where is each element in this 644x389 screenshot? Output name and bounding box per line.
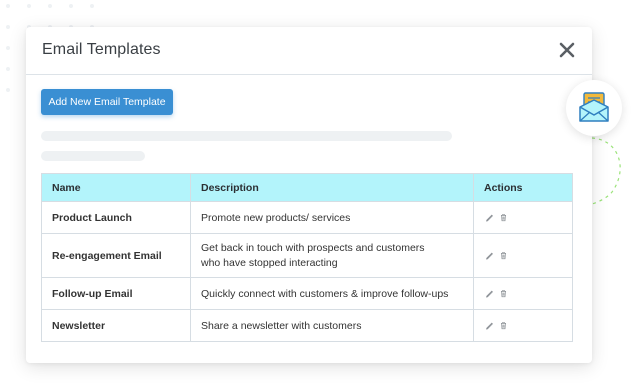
table-row[interactable]: Re-engagement Email Get back in touch wi… [41,233,573,278]
envelope-icon [579,92,609,122]
close-button[interactable] [556,39,578,61]
template-description: Promote new products/ services [190,201,474,234]
scene: Email Templates Add New Email Template N… [0,0,644,389]
trash-icon[interactable] [499,321,508,330]
mail-badge [566,80,622,136]
trash-icon[interactable] [499,213,508,222]
row-actions [473,277,573,310]
description-line: Get back in touch with prospects and cus… [201,241,425,254]
template-description: Quickly connect with customers & improve… [190,277,474,310]
close-icon [559,42,575,58]
description-line: who have stopped interacting [201,256,338,269]
pencil-icon[interactable] [485,289,494,298]
pencil-icon[interactable] [485,321,494,330]
template-name: Newsletter [41,309,191,342]
pencil-icon[interactable] [485,251,494,260]
table-row[interactable]: Newsletter Share a newsletter with custo… [41,309,573,342]
modal-title: Email Templates [42,41,161,58]
template-description: Get back in touch with prospects and cus… [190,233,474,278]
trash-icon[interactable] [499,289,508,298]
template-name: Product Launch [41,201,191,234]
table-row[interactable]: Follow-up Email Quickly connect with cus… [41,277,573,310]
description-line: Quickly connect with customers & improve… [201,287,449,300]
table-row[interactable]: Product Launch Promote new products/ ser… [41,201,573,234]
skeleton-bar [41,131,452,141]
row-actions [473,233,573,278]
description-line: Share a newsletter with customers [201,319,362,332]
email-templates-modal: Email Templates Add New Email Template N… [26,27,592,363]
modal-header: Email Templates [26,27,592,75]
template-description: Share a newsletter with customers [190,309,474,342]
template-name: Follow-up Email [41,277,191,310]
row-actions [473,201,573,234]
column-header-name: Name [41,173,191,202]
description-line: Promote new products/ services [201,211,351,224]
templates-table: Name Description Actions Product Launch … [41,173,573,342]
template-name: Re-engagement Email [41,233,191,278]
add-new-email-template-button[interactable]: Add New Email Template [41,89,173,115]
column-header-actions: Actions [473,173,573,202]
skeleton-bar [41,151,145,161]
trash-icon[interactable] [499,251,508,260]
table-header-row: Name Description Actions [41,173,573,202]
row-actions [473,309,573,342]
column-header-description: Description [190,173,474,202]
pencil-icon[interactable] [485,213,494,222]
